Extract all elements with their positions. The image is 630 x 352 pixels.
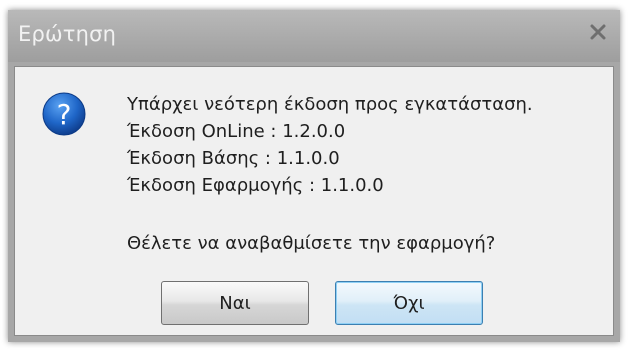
application-version-line: Έκδοση Εφαρμογής : 1.1.0.0 bbox=[127, 175, 384, 196]
database-version-line: Έκδοση Βάσης : 1.1.0.0 bbox=[127, 148, 340, 169]
yes-button[interactable]: Ναι bbox=[161, 281, 309, 325]
no-button-label: Όχι bbox=[393, 292, 425, 314]
svg-text:?: ? bbox=[57, 98, 72, 131]
question-icon: ? bbox=[41, 91, 87, 137]
dialog-titlebar[interactable]: Ερώτηση bbox=[8, 10, 620, 62]
question-dialog: Ερώτηση ? Υπάρχει νεότερη έκδοση προς εγ… bbox=[8, 10, 620, 342]
dialog-body: ? Υπάρχει νεότερη έκδοση προς εγκατάστασ… bbox=[14, 66, 614, 336]
message-line: Υπάρχει νεότερη έκδοση προς εγκατάσταση. bbox=[127, 94, 533, 115]
no-button[interactable]: Όχι bbox=[335, 281, 483, 325]
dialog-title: Ερώτηση bbox=[18, 22, 117, 46]
close-icon[interactable] bbox=[588, 22, 608, 42]
online-version-line: Έκδοση OnLine : 1.2.0.0 bbox=[127, 121, 346, 142]
yes-button-label: Ναι bbox=[219, 292, 251, 314]
question-text: Θέλετε να αναβαθμίσετε την εφαρμογή? bbox=[127, 233, 496, 254]
message-text: Υπάρχει νεότερη έκδοση προς εγκατάσταση.… bbox=[127, 91, 533, 199]
